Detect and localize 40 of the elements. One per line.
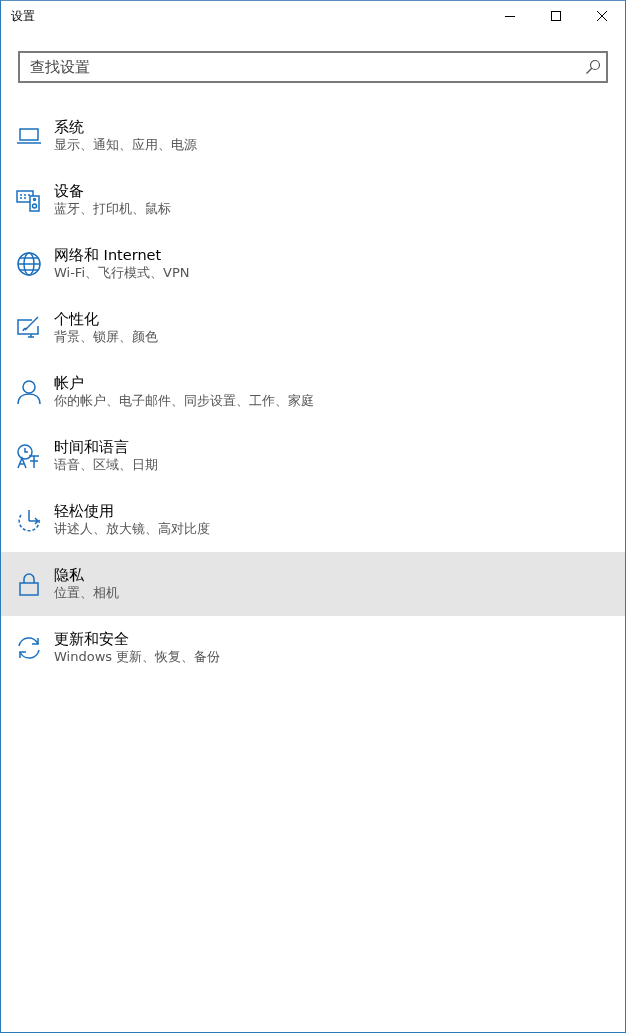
- settings-category[interactable]: 个性化 背景、锁屏、颜色: [1, 296, 625, 360]
- keyboard-speaker-icon: [16, 187, 42, 213]
- category-description: Wi-Fi、飞行模式、VPN: [54, 264, 190, 282]
- sync-icon: [16, 635, 42, 661]
- category-title: 时间和语言: [54, 438, 130, 456]
- search-icon: [585, 59, 601, 75]
- settings-category[interactable]: 隐私 位置、相机: [1, 552, 625, 616]
- category-title: 更新和安全: [54, 630, 130, 648]
- clock-letters-icon: [16, 443, 42, 469]
- category-description: 讲述人、放大镜、高对比度: [54, 520, 210, 538]
- settings-category[interactable]: 设备 蓝牙、打印机、鼠标: [1, 168, 625, 232]
- category-title: 个性化: [54, 310, 100, 328]
- category-title: 网络和 Internet: [54, 246, 163, 264]
- category-title: 帐户: [54, 374, 85, 392]
- category-description: 你的帐户、电子邮件、同步设置、工作、家庭: [54, 392, 314, 410]
- category-title: 轻松使用: [54, 502, 115, 520]
- search-field[interactable]: 查找设置: [18, 51, 608, 83]
- category-title: 设备: [54, 182, 85, 200]
- category-description: 蓝牙、打印机、鼠标: [54, 200, 171, 218]
- lock-icon: [16, 571, 42, 597]
- close-icon: [596, 10, 608, 22]
- window-title: 设置: [10, 8, 35, 25]
- settings-category[interactable]: 时间和语言 语音、区域、日期: [1, 424, 625, 488]
- settings-category[interactable]: 网络和 Internet Wi-Fi、飞行模式、VPN: [1, 232, 625, 296]
- category-title: 隐私: [54, 566, 85, 584]
- category-description: 显示、通知、应用、电源: [54, 136, 197, 154]
- category-description: 语音、区域、日期: [54, 456, 158, 474]
- globe-icon: [16, 251, 42, 277]
- category-description: 位置、相机: [54, 584, 119, 602]
- clock-arrow-icon: [16, 507, 42, 533]
- category-description: Windows 更新、恢复、备份: [54, 648, 221, 666]
- settings-category[interactable]: 更新和安全 Windows 更新、恢复、备份: [1, 616, 625, 680]
- maximize-icon: [550, 10, 562, 22]
- settings-category[interactable]: 帐户 你的帐户、电子邮件、同步设置、工作、家庭: [1, 360, 625, 424]
- person-icon: [16, 379, 42, 405]
- settings-category[interactable]: 系统 显示、通知、应用、电源: [1, 104, 625, 168]
- settings-category[interactable]: 轻松使用 讲述人、放大镜、高对比度: [1, 488, 625, 552]
- monitor-brush-icon: [16, 315, 42, 341]
- category-title: 系统: [54, 118, 85, 136]
- category-description: 背景、锁屏、颜色: [54, 328, 158, 346]
